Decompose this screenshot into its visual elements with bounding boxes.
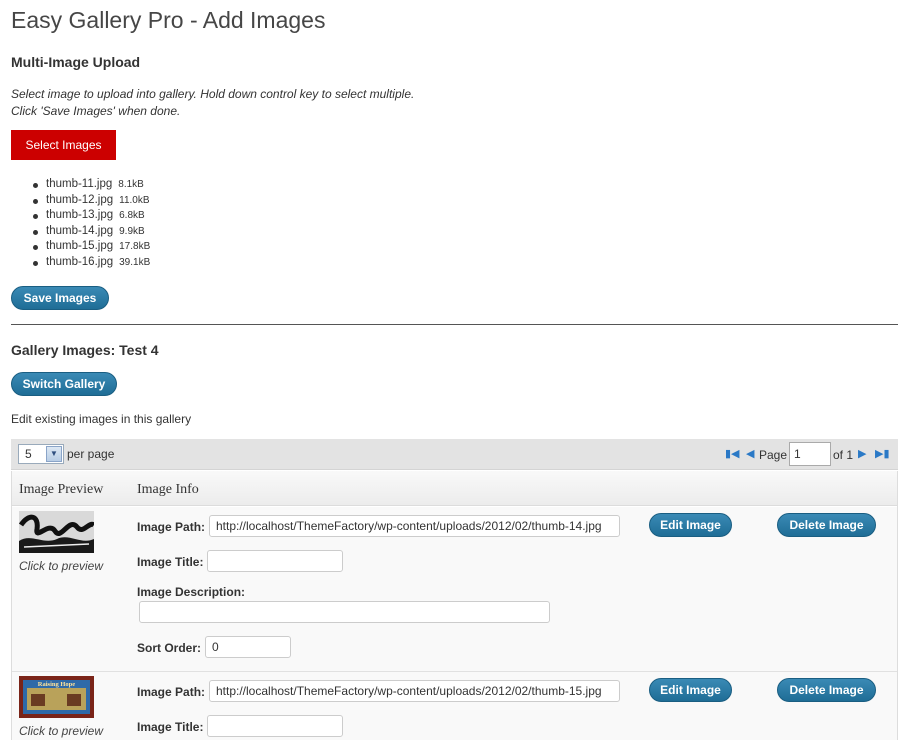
preview-caption: Click to preview	[19, 559, 104, 573]
delete-image-button[interactable]: Delete Image	[777, 678, 876, 702]
file-size: 39.1kB	[119, 256, 151, 268]
per-page-select[interactable]: 5 ▼	[18, 444, 64, 464]
save-images-button[interactable]: Save Images	[11, 286, 109, 310]
image-path-label: Image Path:	[137, 685, 206, 699]
next-page-icon[interactable]: ▶	[858, 448, 866, 460]
file-name: thumb-11.jpg	[46, 178, 113, 190]
image-description-label: Image Description:	[137, 585, 246, 599]
prev-page-icon[interactable]: ◀	[746, 448, 754, 460]
page-title: Easy Gallery Pro - Add Images	[11, 7, 326, 33]
file-list-item: thumb-11.jpg 8.1kB	[32, 178, 150, 194]
column-header-preview: Image Preview	[19, 482, 104, 497]
image-path-field[interactable]: http://localhost/ThemeFactory/wp-content…	[209, 515, 620, 537]
image-thumbnail[interactable]	[19, 511, 94, 553]
edit-image-button[interactable]: Edit Image	[649, 513, 732, 537]
file-size: 6.8kB	[119, 210, 145, 221]
upload-instructions-line2: Click 'Save Images' when done.	[11, 104, 181, 118]
last-page-icon[interactable]: ▶▮	[875, 448, 890, 460]
image-path-field[interactable]: http://localhost/ThemeFactory/wp-content…	[209, 680, 620, 702]
upload-instructions: Select image to upload into gallery. Hol…	[11, 86, 414, 120]
table-row: Raising Hope Click to preview Image Path…	[12, 672, 897, 740]
file-list-item: thumb-13.jpg 6.8kB	[32, 209, 150, 225]
file-list-item: thumb-12.jpg 11.0kB	[32, 193, 150, 210]
image-title-field[interactable]	[207, 550, 343, 572]
file-list-item: thumb-14.jpg 9.9kB	[32, 224, 150, 241]
file-name: thumb-14.jpg	[46, 224, 114, 237]
file-size: 9.9kB	[119, 225, 145, 237]
sort-order-field[interactable]: 0	[205, 636, 291, 658]
first-page-icon[interactable]: ▮◀	[725, 448, 740, 460]
file-list-item: thumb-16.jpg 39.1kB	[32, 255, 151, 272]
sort-order-label: Sort Order:	[137, 641, 202, 655]
preview-caption: Click to preview	[19, 724, 104, 738]
page-label: Page	[759, 448, 788, 462]
delete-image-button[interactable]: Delete Image	[777, 513, 876, 537]
per-page-value: 5	[25, 447, 32, 461]
file-name: thumb-15.jpg	[46, 240, 114, 252]
table-header: Image Preview Image Info	[12, 471, 897, 506]
gallery-heading: Gallery Images: Test 4	[11, 342, 159, 358]
per-page-label: per page	[67, 447, 115, 461]
file-name: thumb-16.jpg	[46, 255, 114, 268]
page-count-label: of 1	[833, 448, 854, 462]
gallery-subtitle: Edit existing images in this gallery	[11, 412, 192, 426]
switch-gallery-button[interactable]: Switch Gallery	[11, 372, 117, 396]
file-list-item: thumb-15.jpg 17.8kB	[32, 240, 151, 256]
image-title-label: Image Title:	[137, 720, 204, 734]
select-images-button[interactable]: Select Images	[11, 130, 116, 160]
images-table: Image Preview Image Info Click to previe…	[11, 471, 898, 740]
file-size: 11.0kB	[119, 194, 150, 206]
image-title-field[interactable]	[207, 715, 343, 737]
section-divider	[11, 324, 898, 325]
table-row: Click to preview Image Path: http://loca…	[12, 507, 897, 672]
image-path-label: Image Path:	[137, 520, 206, 534]
page-number-input[interactable]: 1	[789, 442, 831, 466]
edit-image-button[interactable]: Edit Image	[649, 678, 732, 702]
image-title-label: Image Title:	[137, 555, 204, 569]
image-description-field[interactable]	[139, 601, 550, 623]
file-name: thumb-13.jpg	[46, 209, 114, 221]
file-size: 17.8kB	[119, 241, 151, 252]
file-name: thumb-12.jpg	[46, 193, 114, 206]
thumb-caption: Raising Hope	[38, 681, 75, 688]
column-header-info: Image Info	[137, 482, 199, 497]
chevron-down-icon: ▼	[46, 446, 62, 462]
pagination-bar: 5 ▼ per page ▮◀ ◀ Page 1 of 1 ▶ ▶▮	[11, 439, 898, 470]
selected-file-list: thumb-11.jpg 8.1kB thumb-12.jpg 11.0kB thu…	[32, 178, 151, 272]
file-size: 8.1kB	[118, 179, 144, 190]
image-thumbnail[interactable]: Raising Hope	[19, 676, 94, 718]
upload-heading: Multi-Image Upload	[11, 54, 141, 70]
upload-instructions-line1: Select image to upload into gallery. Hol…	[11, 87, 415, 101]
